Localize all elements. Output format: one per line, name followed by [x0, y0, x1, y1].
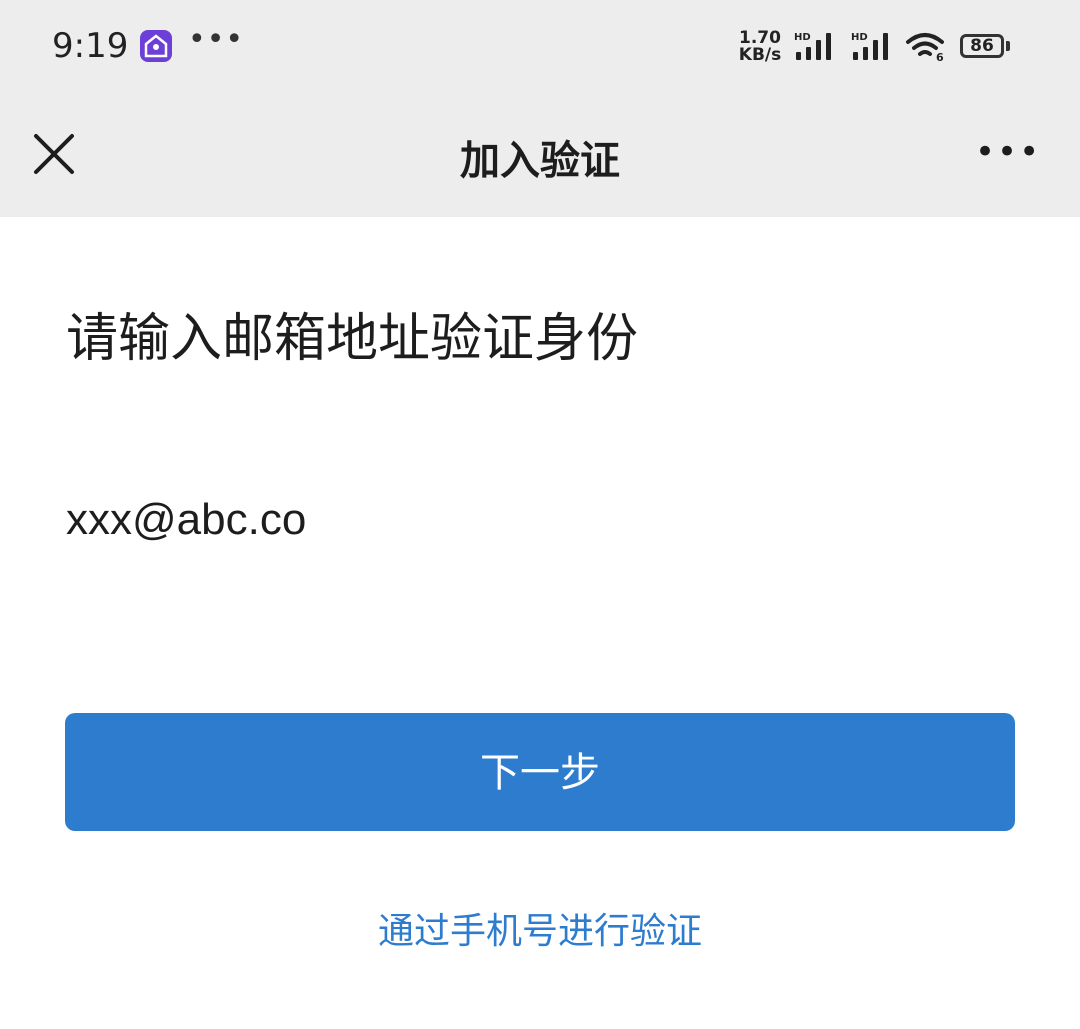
status-time: 9:19	[52, 26, 129, 66]
instruction-heading: 请输入邮箱地址验证身份	[66, 309, 639, 369]
page-title: 加入验证	[460, 138, 620, 184]
signal-icon: HD	[794, 30, 838, 66]
email-field[interactable]	[66, 490, 1014, 550]
battery-tip	[1006, 41, 1010, 51]
status-more-dots: •••	[188, 22, 245, 57]
more-icon[interactable]: •••	[975, 128, 1039, 176]
network-speed-unit: KB/s	[738, 45, 782, 65]
battery-level: 86	[970, 36, 994, 56]
battery-icon: 86	[960, 34, 1004, 58]
wifi-icon: 6	[905, 32, 947, 66]
app-badge-icon	[140, 30, 172, 62]
verify-by-phone-link[interactable]: 通过手机号进行验证	[0, 902, 1080, 954]
signal-icon: HD	[851, 30, 895, 66]
signal-hd-label: HD	[794, 32, 811, 43]
signal-hd-label: HD	[851, 32, 868, 43]
network-speed: 1.70 KB/s	[735, 30, 785, 64]
next-step-button[interactable]: 下一步	[65, 713, 1015, 831]
wifi-label: 6	[936, 51, 944, 62]
